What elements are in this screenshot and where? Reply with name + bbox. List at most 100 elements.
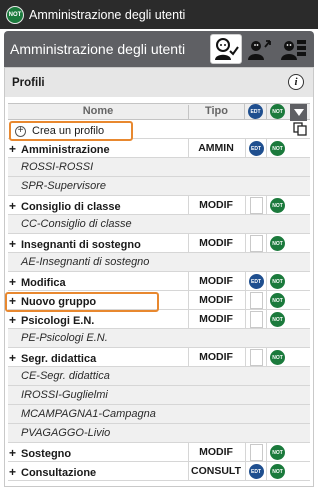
user-group-icon	[281, 40, 306, 60]
not-access-cell[interactable]: NOT	[266, 443, 288, 462]
profile-user-row[interactable]: PVAGAGGO-Livio	[8, 424, 310, 443]
profiles-panel: Profili i Nome Tipo EDT NOT + Crea un pr…	[4, 67, 314, 487]
edt-empty-checkbox[interactable]	[249, 444, 263, 461]
plus-circle-icon: +	[15, 125, 26, 137]
create-profile-button[interactable]: + Crea un profilo	[9, 121, 133, 141]
profile-name: + Nuovo gruppo	[8, 294, 188, 308]
create-profile-label: Crea un profilo	[32, 125, 105, 137]
expand-plus-icon[interactable]: +	[9, 446, 21, 460]
edt-icon: EDT	[248, 464, 264, 479]
edt-access-cell[interactable]: EDT	[245, 462, 266, 481]
profile-name-label: Consiglio di classe	[21, 201, 121, 213]
expand-plus-icon[interactable]: +	[9, 351, 21, 365]
profile-name: + Amministrazione	[8, 142, 188, 156]
edt-empty-checkbox[interactable]	[249, 349, 263, 366]
profiles-panel-header: Profili i	[5, 68, 313, 97]
column-header-edt[interactable]: EDT	[244, 104, 266, 119]
expand-plus-icon[interactable]: +	[9, 199, 21, 213]
profile-name: + Segr. didattica	[8, 351, 188, 365]
profile-name-label: IROSSI-Guglielmi	[21, 389, 108, 401]
not-access-cell[interactable]: NOT	[266, 139, 288, 158]
not-access-cell[interactable]: NOT	[266, 196, 288, 215]
profile-group-row[interactable]: + Consultazione CONSULT EDT NOT	[8, 462, 310, 481]
table-header: Nome Tipo EDT NOT	[8, 103, 310, 121]
not-access-cell[interactable]: NOT	[266, 291, 288, 310]
expand-plus-icon[interactable]: +	[9, 275, 21, 289]
not-access-cell[interactable]: NOT	[266, 272, 288, 291]
profile-name-label: Psicologi E.N.	[21, 315, 95, 327]
not-access-cell[interactable]: NOT	[266, 310, 288, 329]
profile-type: MODIF	[199, 351, 233, 363]
profile-group-row[interactable]: + Segr. didattica MODIF NOT	[8, 348, 310, 367]
column-header-not[interactable]: NOT	[266, 104, 288, 119]
expand-plus-icon[interactable]: +	[9, 142, 21, 156]
column-header-type[interactable]: Tipo	[188, 105, 244, 120]
not-icon: NOT	[270, 198, 285, 213]
profile-name: PVAGAGGO-Livio	[8, 427, 188, 439]
expand-plus-icon[interactable]: +	[9, 465, 21, 479]
column-menu-button[interactable]	[290, 104, 307, 121]
window-title: Amministrazione degli utenti	[29, 7, 186, 22]
not-access-cell[interactable]: NOT	[266, 234, 288, 253]
edt-empty-checkbox[interactable]	[249, 235, 263, 252]
profile-name-label: Consultazione	[21, 467, 97, 479]
profile-name-label: CE-Segr. didattica	[21, 370, 110, 382]
edt-access-cell[interactable]: EDT	[245, 272, 266, 291]
edt-access-cell[interactable]	[245, 234, 266, 253]
profile-user-row[interactable]: AE-Insegnanti di sostegno	[8, 253, 310, 272]
profile-group-row[interactable]: + Insegnanti di sostegno MODIF NOT	[8, 234, 310, 253]
copy-icon[interactable]	[293, 122, 307, 136]
not-icon: NOT	[270, 141, 285, 156]
profile-name: + Insegnanti di sostegno	[8, 237, 188, 251]
profile-user-row[interactable]: IROSSI-Guglielmi	[8, 386, 310, 405]
profile-user-row[interactable]: ROSSI-ROSSI	[8, 158, 310, 177]
profile-name-label: Amministrazione	[21, 144, 110, 156]
profile-group-row[interactable]: + Nuovo gruppo MODIF NOT	[8, 291, 310, 310]
profile-user-row[interactable]: CC-Consiglio di classe	[8, 215, 310, 234]
expand-plus-icon[interactable]: +	[9, 294, 21, 308]
profile-group-row[interactable]: + Modifica MODIF EDT NOT	[8, 272, 310, 291]
profile-name: SPR-Supervisore	[8, 180, 188, 192]
expand-plus-icon[interactable]: +	[9, 313, 21, 327]
profile-group-row[interactable]: + Psicologi E.N. MODIF NOT	[8, 310, 310, 329]
not-access-cell[interactable]: NOT	[266, 462, 288, 481]
title-bar: NOT Amministrazione degli utenti	[0, 0, 318, 29]
profile-user-row[interactable]: SPR-Supervisore	[8, 177, 310, 196]
edt-access-cell[interactable]: EDT	[245, 139, 266, 158]
user-move-button[interactable]	[244, 34, 276, 64]
profile-user-row[interactable]: PE-Psicologi E.N.	[8, 329, 310, 348]
edt-access-cell[interactable]	[245, 443, 266, 462]
profile-name-label: MCAMPAGNA1-Campagna	[21, 408, 156, 420]
user-admin-button[interactable]	[210, 34, 242, 64]
profile-user-row[interactable]: MCAMPAGNA1-Campagna	[8, 405, 310, 424]
profile-group-row[interactable]: + Sostegno MODIF NOT	[8, 443, 310, 462]
not-icon: NOT	[270, 312, 285, 327]
profile-type: MODIF	[199, 237, 233, 249]
edt-icon: EDT	[248, 104, 263, 119]
edt-access-cell[interactable]	[245, 348, 266, 367]
profile-group-row[interactable]: + Consiglio di classe MODIF NOT	[8, 196, 310, 215]
edt-icon: EDT	[248, 274, 264, 289]
profile-name-label: Sostegno	[21, 448, 72, 460]
edt-access-cell[interactable]	[245, 310, 266, 329]
profile-group-row[interactable]: + Amministrazione AMMIN EDT NOT	[8, 139, 310, 158]
column-header-name[interactable]: Nome	[8, 105, 188, 117]
not-icon: NOT	[270, 464, 285, 479]
edt-access-cell[interactable]	[245, 196, 266, 215]
profile-name: PE-Psicologi E.N.	[8, 332, 188, 344]
profile-name-label: Modifica	[21, 277, 66, 289]
edt-empty-checkbox[interactable]	[249, 292, 263, 309]
profile-name: IROSSI-Guglielmi	[8, 389, 188, 401]
info-icon[interactable]: i	[288, 74, 304, 90]
profile-name: + Consultazione	[8, 465, 188, 479]
edt-empty-checkbox[interactable]	[249, 311, 263, 328]
profile-type: CONSULT	[191, 465, 241, 477]
profile-name-label: CC-Consiglio di classe	[21, 218, 132, 230]
edt-empty-checkbox[interactable]	[249, 197, 263, 214]
profile-user-row[interactable]: CE-Segr. didattica	[8, 367, 310, 386]
edt-access-cell[interactable]	[245, 291, 266, 310]
not-access-cell[interactable]: NOT	[266, 348, 288, 367]
user-group-button[interactable]	[278, 34, 310, 64]
page-header: Amministrazione degli utenti	[4, 31, 314, 67]
expand-plus-icon[interactable]: +	[9, 237, 21, 251]
